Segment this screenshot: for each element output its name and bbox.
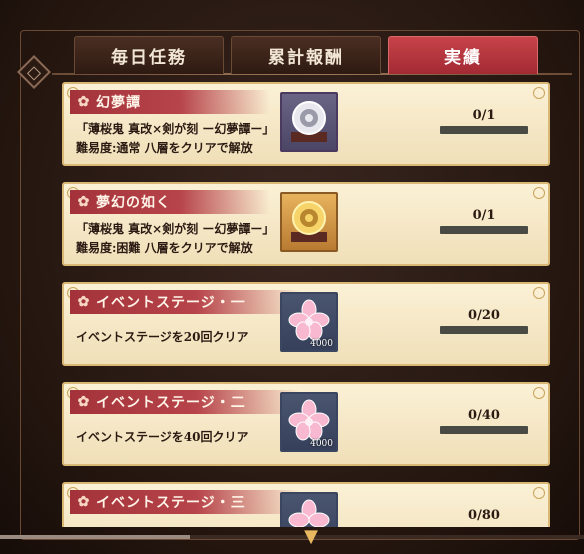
progress-count: 0/1 xyxy=(472,208,496,223)
mission-title: イベントステージ・三 xyxy=(96,495,246,511)
mission-description: 「薄桜鬼 真改×剣が刻 ー幻夢譚ー」難易度:困難 八層をクリアで解放 xyxy=(76,222,275,255)
mission-title: 夢幻の如く xyxy=(96,195,171,211)
sakura-crest-icon: ✿ xyxy=(77,494,91,510)
mission-card: ✿ イベントステージ・二 イベントステージを40回クリア 4000 0/40 xyxy=(62,382,550,466)
horizontal-scrollbar[interactable] xyxy=(0,535,584,539)
mission-title: イベントステージ・二 xyxy=(96,395,246,411)
progress-bar xyxy=(440,426,528,434)
mission-title-ribbon: ✿ イベントステージ・三 xyxy=(70,490,300,514)
progress-bar xyxy=(440,326,528,334)
progress-bar xyxy=(440,226,528,234)
tab-achievements[interactable]: 実績 xyxy=(388,36,538,74)
mission-title-ribbon: ✿ イベントステージ・二 xyxy=(70,390,300,414)
tab-daily-missions[interactable]: 毎日任務 xyxy=(74,36,224,74)
progress-bar xyxy=(440,126,528,134)
scroll-thumb[interactable] xyxy=(0,535,190,539)
tab-cumulative-rewards[interactable]: 累計報酬 xyxy=(231,36,381,74)
mission-title-ribbon: ✿ 夢幻の如く xyxy=(70,190,270,214)
sakura-crest-icon: ✿ xyxy=(77,394,91,410)
mission-description: イベントステージを20回クリア xyxy=(76,330,249,344)
progress-count: 0/40 xyxy=(468,408,500,423)
mission-description: イベントステージを40回クリア xyxy=(76,430,249,444)
item-amount: 4000 xyxy=(310,339,333,349)
progress-count: 0/80 xyxy=(468,508,500,523)
sakura-icon[interactable] xyxy=(280,492,338,527)
silver-crest-icon[interactable] xyxy=(280,92,338,152)
scroll-down-arrow-icon[interactable]: ▼ xyxy=(296,526,326,548)
sakura-icon[interactable]: 4000 xyxy=(280,292,338,352)
mission-card: ✿ 夢幻の如く 「薄桜鬼 真改×剣が刻 ー幻夢譚ー」難易度:困難 八層をクリアで… xyxy=(62,182,550,266)
mission-title-ribbon: ✿ イベントステージ・一 xyxy=(70,290,300,314)
mission-card: ✿ イベントステージ・三 0/80 xyxy=(62,482,550,527)
gold-crest-icon[interactable] xyxy=(280,192,338,252)
item-amount: 4000 xyxy=(310,439,333,449)
mission-card: ✿ 幻夢譚 「薄桜鬼 真改×剣が刻 ー幻夢譚ー」難易度:通常 八層をクリアで解放… xyxy=(62,82,550,166)
progress-count: 0/20 xyxy=(468,308,500,323)
mission-description: 「薄桜鬼 真改×剣が刻 ー幻夢譚ー」難易度:通常 八層をクリアで解放 xyxy=(76,122,275,155)
tab-bar: 毎日任務 累計報酬 実績 xyxy=(74,36,538,74)
mission-title: イベントステージ・一 xyxy=(96,295,246,311)
sakura-crest-icon: ✿ xyxy=(77,294,91,310)
sakura-crest-icon: ✿ xyxy=(77,94,91,110)
mission-title-ribbon: ✿ 幻夢譚 xyxy=(70,90,270,114)
mission-card: ✿ イベントステージ・一 イベントステージを20回クリア 4000 0/20 xyxy=(62,282,550,366)
mission-list[interactable]: ✿ 幻夢譚 「薄桜鬼 真改×剣が刻 ー幻夢譚ー」難易度:通常 八層をクリアで解放… xyxy=(62,82,552,527)
mission-title: 幻夢譚 xyxy=(96,95,141,111)
progress-count: 0/1 xyxy=(472,108,496,123)
sakura-crest-icon: ✿ xyxy=(77,194,91,210)
sakura-icon[interactable]: 4000 xyxy=(280,392,338,452)
